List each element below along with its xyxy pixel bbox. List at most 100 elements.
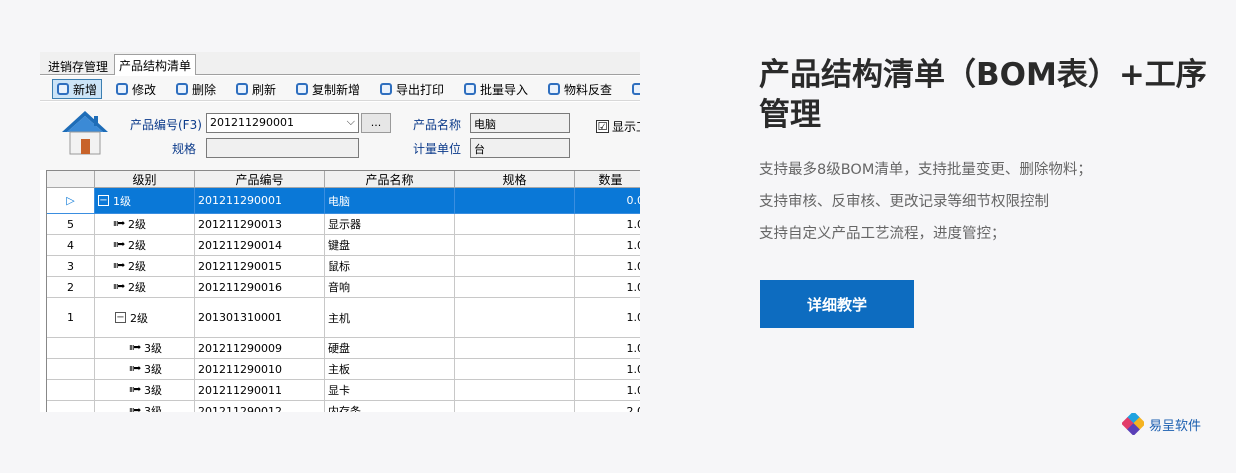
table-row[interactable]: 2 ııı➡2级 201211290016 音响 1.0 (47, 277, 640, 298)
level-text: 2级 (130, 311, 148, 325)
row-number: 4 (47, 235, 95, 256)
qty-cell: 1.0 (575, 256, 640, 277)
name-cell: 主机 (325, 298, 455, 338)
bom-grid: 级别 产品编号 产品名称 规格 数量 ▷ −1级 201211290001 电脑… (46, 170, 640, 412)
show-checkbox[interactable]: ☑ (596, 120, 609, 133)
row-number: 3 (47, 256, 95, 277)
spec-cell (455, 401, 575, 412)
unit-field[interactable]: 台 (470, 138, 570, 158)
row-number: 1 (47, 298, 95, 338)
refresh-icon (236, 83, 248, 95)
qty-cell: 2.0 (575, 401, 641, 413)
table-row[interactable]: ııı➡3级 201211290009 硬盘 1.0 (47, 338, 640, 359)
qty-cell: 1.0 (575, 235, 640, 256)
copy-add-button[interactable]: 复制新增 (292, 79, 364, 99)
qty-cell: 1.0 (575, 277, 640, 298)
material-lookup-label: 物料反查 (564, 82, 613, 97)
spec-cell (455, 235, 575, 256)
logo-text: 易呈软件 (1149, 418, 1202, 434)
row-indicator: ▷ (47, 188, 95, 214)
name-cell: 键盘 (325, 235, 455, 256)
add-label: 新增 (73, 82, 98, 97)
collapse-icon[interactable]: − (98, 195, 109, 206)
export-print-button[interactable]: 导出打印 (376, 79, 448, 99)
code-cell: 201301310001 (195, 298, 325, 338)
table-row[interactable]: ııı➡3级 201211290011 显卡 1.0 (47, 380, 640, 401)
product-name-field[interactable]: 电脑 (470, 113, 570, 133)
tab-bom[interactable]: 产品结构清单 (114, 54, 197, 75)
level-cell: −2级 (95, 298, 195, 338)
product-code-select[interactable]: 201211290001 ⌵ (206, 113, 359, 133)
table-row[interactable]: ııı➡3级 201211290012 内存条 2.0 (47, 401, 640, 412)
name-cell: 硬盘 (325, 338, 455, 359)
batch-import-button[interactable]: 批量导入 (460, 79, 532, 99)
column-header[interactable]: 产品编号 (195, 171, 325, 188)
brand-logo[interactable]: 易呈软件 (1122, 413, 1201, 435)
code-cell: 201211290001 (195, 188, 325, 214)
panel-title: 产品结构清单（BOM表）+工序管理 (759, 57, 1207, 133)
copy-add-icon (296, 83, 308, 95)
material-lookup-button[interactable]: 物料反查 (544, 79, 616, 99)
spec-cell (455, 214, 575, 235)
spec-field[interactable] (206, 138, 359, 158)
tutorial-button[interactable]: 详细教学 (760, 280, 914, 328)
table-row[interactable]: 1 −2级 201301310001 主机 1.0 (47, 298, 640, 338)
add-button[interactable]: 新增 (52, 79, 103, 99)
spec-cell (455, 188, 575, 214)
more-toolbar-button[interactable] (628, 79, 640, 99)
qty-cell: 1.0 (575, 214, 640, 235)
tab-bar: 进销存管理 产品结构清单 (40, 52, 640, 75)
copy-add-label: 复制新增 (312, 82, 361, 97)
level-cell: −1级 (95, 188, 195, 214)
spec-cell (455, 359, 575, 380)
child-arrow-icon: ııı➡ (113, 219, 125, 229)
code-cell: 201211290009 (195, 338, 325, 359)
logo-icon (1122, 413, 1144, 435)
edit-button[interactable]: 修改 (112, 79, 160, 99)
table-row[interactable]: 4 ııı➡2级 201211290014 键盘 1.0 (47, 235, 640, 256)
column-header[interactable]: 级别 (95, 171, 195, 188)
name-cell: 音响 (325, 277, 455, 298)
column-header[interactable]: 数量 (575, 171, 640, 188)
delete-button[interactable]: 删除 (172, 79, 220, 99)
table-row[interactable]: ▷ −1级 201211290001 电脑 0.0 (47, 188, 640, 214)
level-text: 1级 (113, 194, 131, 208)
column-header[interactable]: 产品名称 (325, 171, 455, 188)
name-cell: 显卡 (325, 380, 455, 401)
child-arrow-icon: ııı➡ (129, 385, 141, 395)
child-arrow-icon: ııı➡ (129, 343, 141, 353)
product-code-label: 产品编号(F3) (130, 118, 202, 132)
level-cell: ııı➡ 3级 (95, 401, 195, 412)
feature-item: 支持最多8级BOM清单，支持批量变更、删除物料； (759, 162, 1092, 178)
table-row[interactable]: 5 ııı➡2级 201211290013 显示器 1.0 (47, 214, 640, 235)
home-icon (62, 111, 108, 155)
child-arrow-icon: ııı➡ (129, 406, 141, 412)
refresh-label: 刷新 (252, 82, 277, 97)
name-cell: 主板 (325, 359, 455, 380)
level-text: 3级 (144, 363, 163, 376)
row-number (47, 359, 95, 380)
browse-button[interactable]: ... (361, 113, 391, 133)
feature-item: 支持审核、反审核、更改记录等细节权限控制 (759, 194, 1049, 210)
level-cell: ııı➡ 3级 (95, 359, 195, 380)
name-cell: 显示器 (325, 214, 455, 235)
row-number: 2 (47, 277, 95, 298)
qty-cell: 0.0 (575, 188, 640, 214)
delete-icon (176, 83, 188, 95)
row-number (47, 380, 95, 401)
level-text: 2级 (128, 218, 147, 231)
level-text: 2级 (128, 239, 147, 252)
tab-inventory[interactable]: 进销存管理 (44, 56, 112, 75)
child-arrow-icon: ııı➡ (113, 282, 125, 292)
collapse-icon[interactable]: − (115, 312, 126, 323)
refresh-button[interactable]: 刷新 (232, 79, 280, 99)
material-lookup-icon (548, 83, 560, 95)
code-cell: 201211290015 (195, 256, 325, 277)
level-cell: ııı➡ 2级 (95, 256, 195, 277)
grid-header: 级别 产品编号 产品名称 规格 数量 (47, 171, 640, 188)
table-row[interactable]: ııı➡3级 201211290010 主板 1.0 (47, 359, 640, 380)
chevron-down-icon: ⌵ (346, 115, 355, 128)
level-text: 2级 (128, 281, 147, 294)
column-header[interactable]: 规格 (455, 171, 575, 188)
table-row[interactable]: 3 ııı➡2级 201211290015 鼠标 1.0 (47, 256, 640, 277)
